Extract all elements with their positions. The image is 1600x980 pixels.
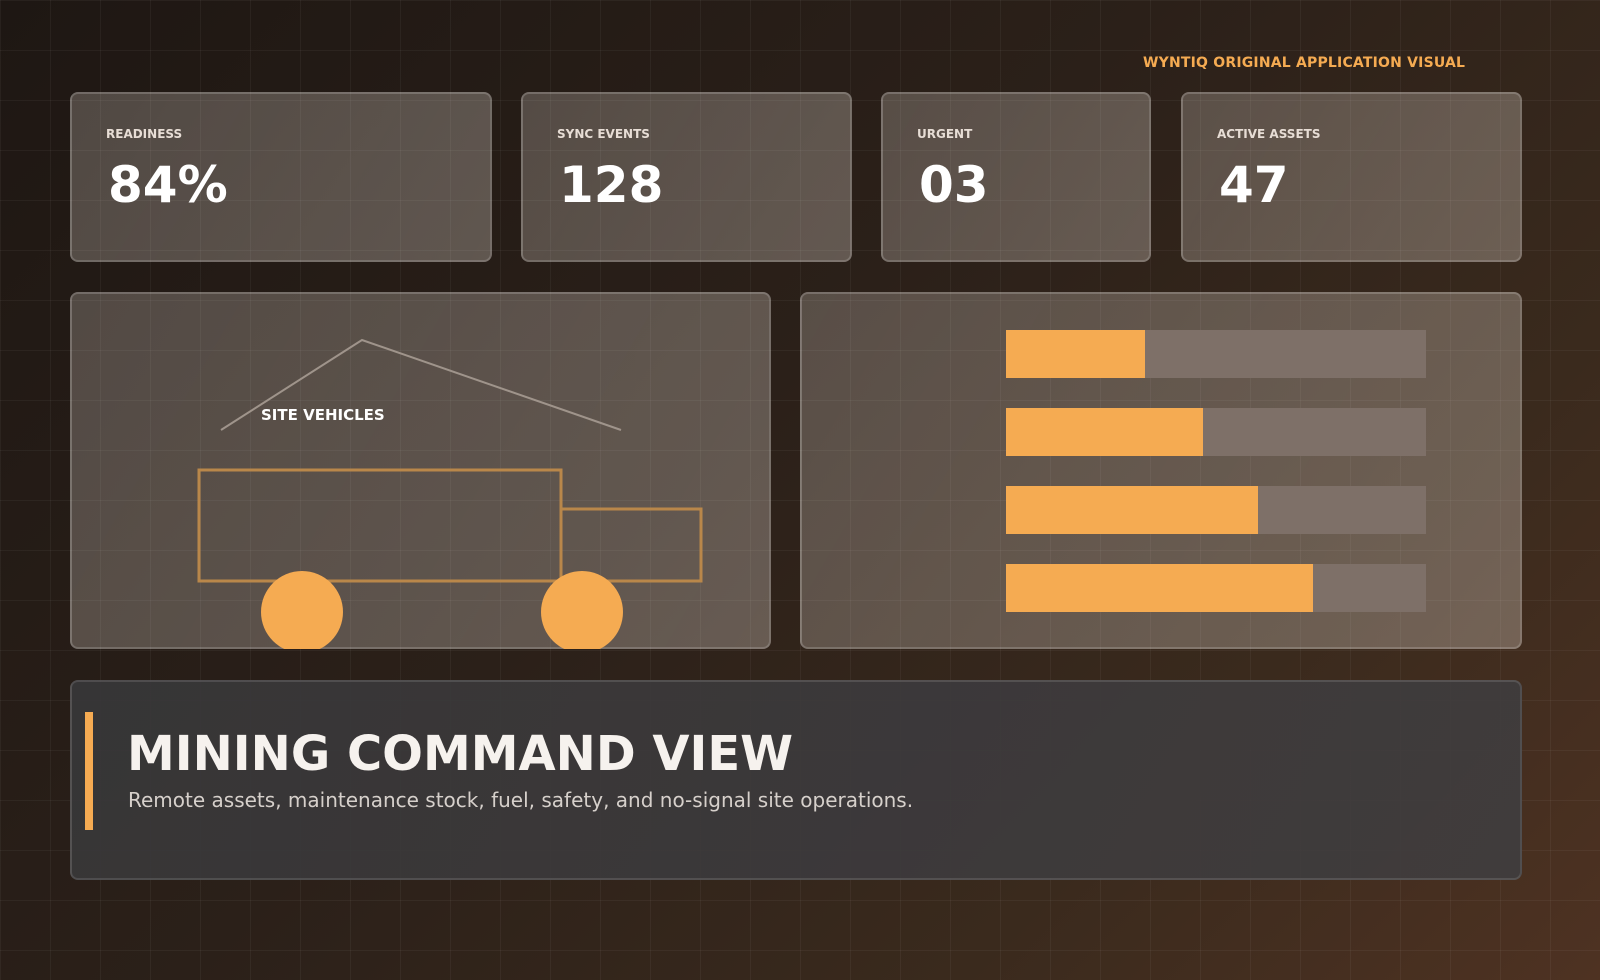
stat-card-sync-events: SYNC EVENTS 128 xyxy=(521,92,852,262)
page-subtitle: Remote assets, maintenance stock, fuel, … xyxy=(128,788,914,812)
stat-label: READINESS xyxy=(106,127,183,141)
truck-illustration: SITE VEHICLES xyxy=(197,338,703,649)
stat-card-readiness: READINESS 84% xyxy=(70,92,492,262)
site-vehicles-label: SITE VEHICLES xyxy=(261,406,385,424)
stat-card-urgent: URGENT 03 xyxy=(881,92,1151,262)
progress-bars-chart xyxy=(1006,330,1426,612)
progress-bar-fill xyxy=(1006,408,1203,456)
stat-card-active-assets: ACTIVE ASSETS 47 xyxy=(1181,92,1522,262)
stat-label: URGENT xyxy=(917,127,973,141)
stat-value: 128 xyxy=(559,156,664,214)
stat-label: SYNC EVENTS xyxy=(557,127,650,141)
hero-accent-bar xyxy=(85,712,93,830)
truck-icon xyxy=(197,468,703,649)
progress-bars-panel xyxy=(800,292,1522,649)
brand-label: WYNTIQ ORIGINAL APPLICATION VISUAL xyxy=(1143,55,1466,71)
progress-bar-fill xyxy=(1006,486,1258,534)
hero-banner: MINING COMMAND VIEW Remote assets, maint… xyxy=(70,680,1522,880)
truck-cargo-body xyxy=(197,468,563,583)
site-vehicles-panel: SITE VEHICLES xyxy=(70,292,771,649)
stat-value: 03 xyxy=(919,156,989,214)
progress-bar-fill xyxy=(1006,330,1145,378)
front-wheel xyxy=(541,571,623,649)
page-title: MINING COMMAND VIEW xyxy=(127,726,794,782)
stat-value: 84% xyxy=(108,156,228,214)
stat-value: 47 xyxy=(1219,156,1289,214)
truck-cab xyxy=(559,507,703,583)
rear-wheel xyxy=(261,571,343,649)
progress-bar-fill xyxy=(1006,564,1313,612)
stat-label: ACTIVE ASSETS xyxy=(1217,127,1321,141)
